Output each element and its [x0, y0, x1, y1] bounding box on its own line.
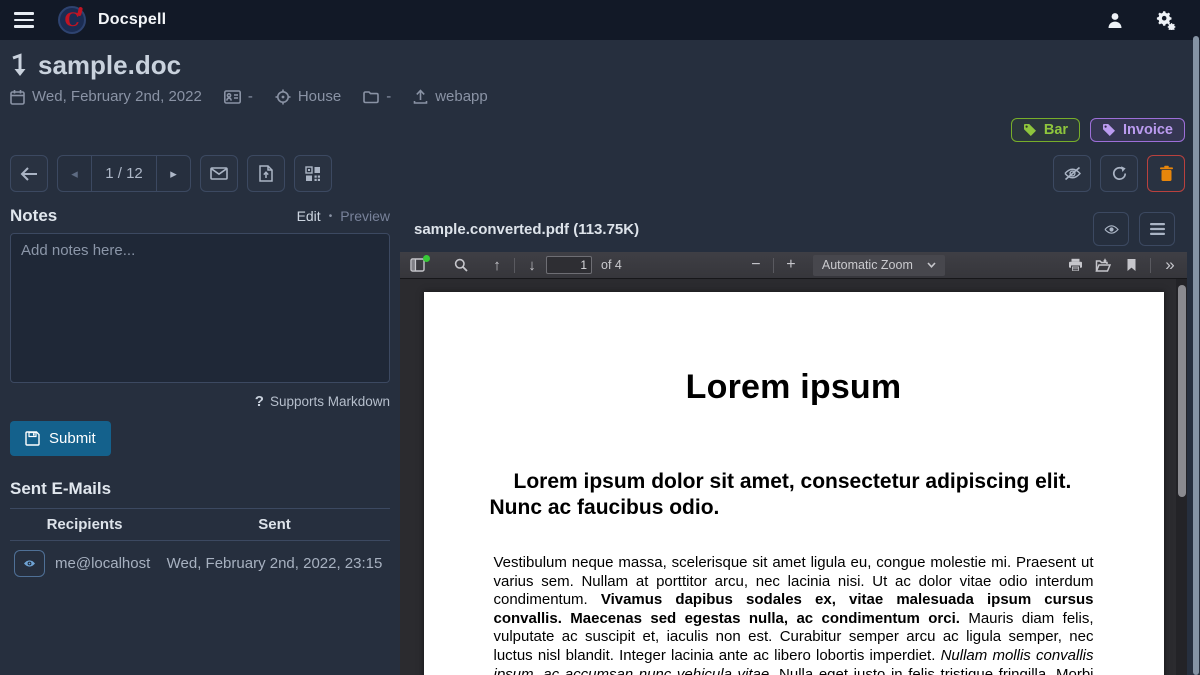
- notes-heading: Notes: [10, 206, 57, 226]
- notes-panel: Notes Edit • Preview ? Supports Markdown…: [0, 206, 400, 675]
- docspell-logo: C: [58, 6, 86, 34]
- delete-button[interactable]: [1147, 155, 1185, 192]
- mail-recipient: me@localhost: [55, 555, 150, 572]
- folder-icon: [363, 90, 379, 104]
- next-item-button[interactable]: ▸: [156, 156, 190, 191]
- crosshair-icon: [275, 89, 291, 105]
- page-down-icon[interactable]: ↓: [520, 254, 544, 276]
- page-count-label: of 4: [601, 258, 622, 272]
- tags-row: Bar Invoice: [10, 118, 1185, 142]
- top-bar: C Docspell: [0, 0, 1200, 40]
- hamburger-icon[interactable]: [14, 12, 34, 28]
- envelope-icon: [210, 167, 228, 180]
- pdf-page: Lorem ipsum Lorem ipsum dolor sit amet, …: [424, 292, 1164, 675]
- menu-icon: [1150, 223, 1165, 235]
- refresh-icon: [1111, 165, 1128, 182]
- download-icon[interactable]: [1091, 254, 1115, 276]
- pager: ◂ 1 / 12 ▸: [57, 155, 191, 192]
- prev-item-button[interactable]: ◂: [58, 156, 92, 191]
- qr-code-icon: [305, 166, 321, 182]
- tag-invoice[interactable]: Invoice: [1090, 118, 1185, 142]
- zoom-in-icon[interactable]: +: [779, 254, 803, 276]
- sidebar-toggle-icon[interactable]: [405, 254, 429, 276]
- bookmark-icon[interactable]: [1119, 254, 1143, 276]
- qr-code-button[interactable]: [294, 155, 332, 192]
- upload-icon: [413, 89, 428, 105]
- attachment-panel: sample.converted.pdf (113.75K) ↑: [400, 206, 1187, 675]
- viewer-scrollbar-thumb[interactable]: [1178, 285, 1186, 497]
- eye-icon: [1103, 223, 1120, 236]
- table-row: me@localhost Wed, February 2nd, 2022, 23…: [10, 541, 390, 587]
- attachment-menu-button[interactable]: [1139, 212, 1175, 246]
- notes-input[interactable]: [10, 233, 390, 383]
- calendar-icon: [10, 89, 25, 105]
- correspondent-field[interactable]: -: [224, 88, 253, 105]
- save-icon: [25, 431, 40, 446]
- add-file-button[interactable]: [247, 155, 285, 192]
- notes-edit-tab[interactable]: Edit: [297, 208, 321, 224]
- back-button[interactable]: [10, 155, 48, 192]
- id-card-icon: [224, 90, 241, 104]
- trash-icon: [1159, 165, 1174, 182]
- search-icon[interactable]: [449, 254, 473, 276]
- column-sent: Sent: [159, 509, 390, 541]
- gears-icon[interactable]: [1154, 10, 1176, 30]
- tag-bar[interactable]: Bar: [1011, 118, 1080, 142]
- action-toolbar: ◂ 1 / 12 ▸: [0, 155, 1200, 192]
- column-recipients: Recipients: [10, 509, 159, 541]
- notes-preview-tab[interactable]: Preview: [340, 208, 390, 224]
- page-number-input[interactable]: [546, 256, 592, 274]
- page-scrollbar[interactable]: [1193, 36, 1199, 675]
- question-icon: ?: [255, 393, 264, 410]
- send-mail-button[interactable]: [200, 155, 238, 192]
- file-upload-icon: [259, 165, 273, 182]
- tag-icon: [1023, 123, 1037, 137]
- markdown-hint: ? Supports Markdown: [10, 393, 390, 410]
- zoom-level-select[interactable]: Automatic Zoom: [813, 255, 945, 276]
- item-date[interactable]: Wed, February 2nd, 2022: [10, 88, 202, 105]
- source-field: webapp: [413, 88, 488, 105]
- attachment-filename: sample.converted.pdf (113.75K): [414, 221, 639, 238]
- pdf-viewer: Lorem ipsum Lorem ipsum dolor sit amet, …: [400, 279, 1187, 675]
- eye-icon: [22, 558, 37, 569]
- unconfirm-button[interactable]: [1053, 155, 1091, 192]
- pdf-subtitle: Lorem ipsum dolor sit amet, consectetur …: [424, 469, 1164, 521]
- toolbar-more-icon[interactable]: »: [1158, 254, 1182, 276]
- tab-separator: •: [329, 211, 333, 222]
- mail-sent-date: Wed, February 2nd, 2022, 23:15: [159, 541, 390, 587]
- concerning-field[interactable]: House: [275, 88, 341, 105]
- arrow-down-icon: [10, 53, 28, 79]
- eye-slash-icon: [1063, 166, 1082, 181]
- page-up-icon[interactable]: ↑: [485, 254, 509, 276]
- zoom-out-icon[interactable]: −: [744, 254, 768, 276]
- view-mail-button[interactable]: [14, 550, 45, 577]
- sent-emails-heading: Sent E-Mails: [10, 479, 390, 499]
- pdf-title: Lorem ipsum: [424, 368, 1164, 407]
- chevron-down-icon: [927, 262, 936, 268]
- pdfjs-toolbar: ↑ ↓ of 4 − + Automatic Zoom: [400, 252, 1187, 279]
- item-title: sample.doc: [38, 50, 181, 81]
- sent-emails-table: Recipients Sent me@localhost Wed, Febru: [10, 508, 390, 586]
- print-icon[interactable]: [1063, 254, 1087, 276]
- folder-field[interactable]: -: [363, 88, 391, 105]
- tag-icon: [1102, 123, 1116, 137]
- reprocess-button[interactable]: [1100, 155, 1138, 192]
- pdf-body: Vestibulum neque massa, scelerisque sit …: [424, 554, 1164, 675]
- notification-dot: [423, 255, 430, 262]
- app-name: Docspell: [98, 11, 166, 29]
- attachment-view-button[interactable]: [1093, 212, 1129, 246]
- item-header: sample.doc Wed, February 2nd, 2022 - Hou…: [0, 40, 1200, 142]
- submit-button[interactable]: Submit: [10, 421, 111, 456]
- user-icon[interactable]: [1106, 11, 1124, 29]
- page-indicator: 1 / 12: [92, 156, 156, 191]
